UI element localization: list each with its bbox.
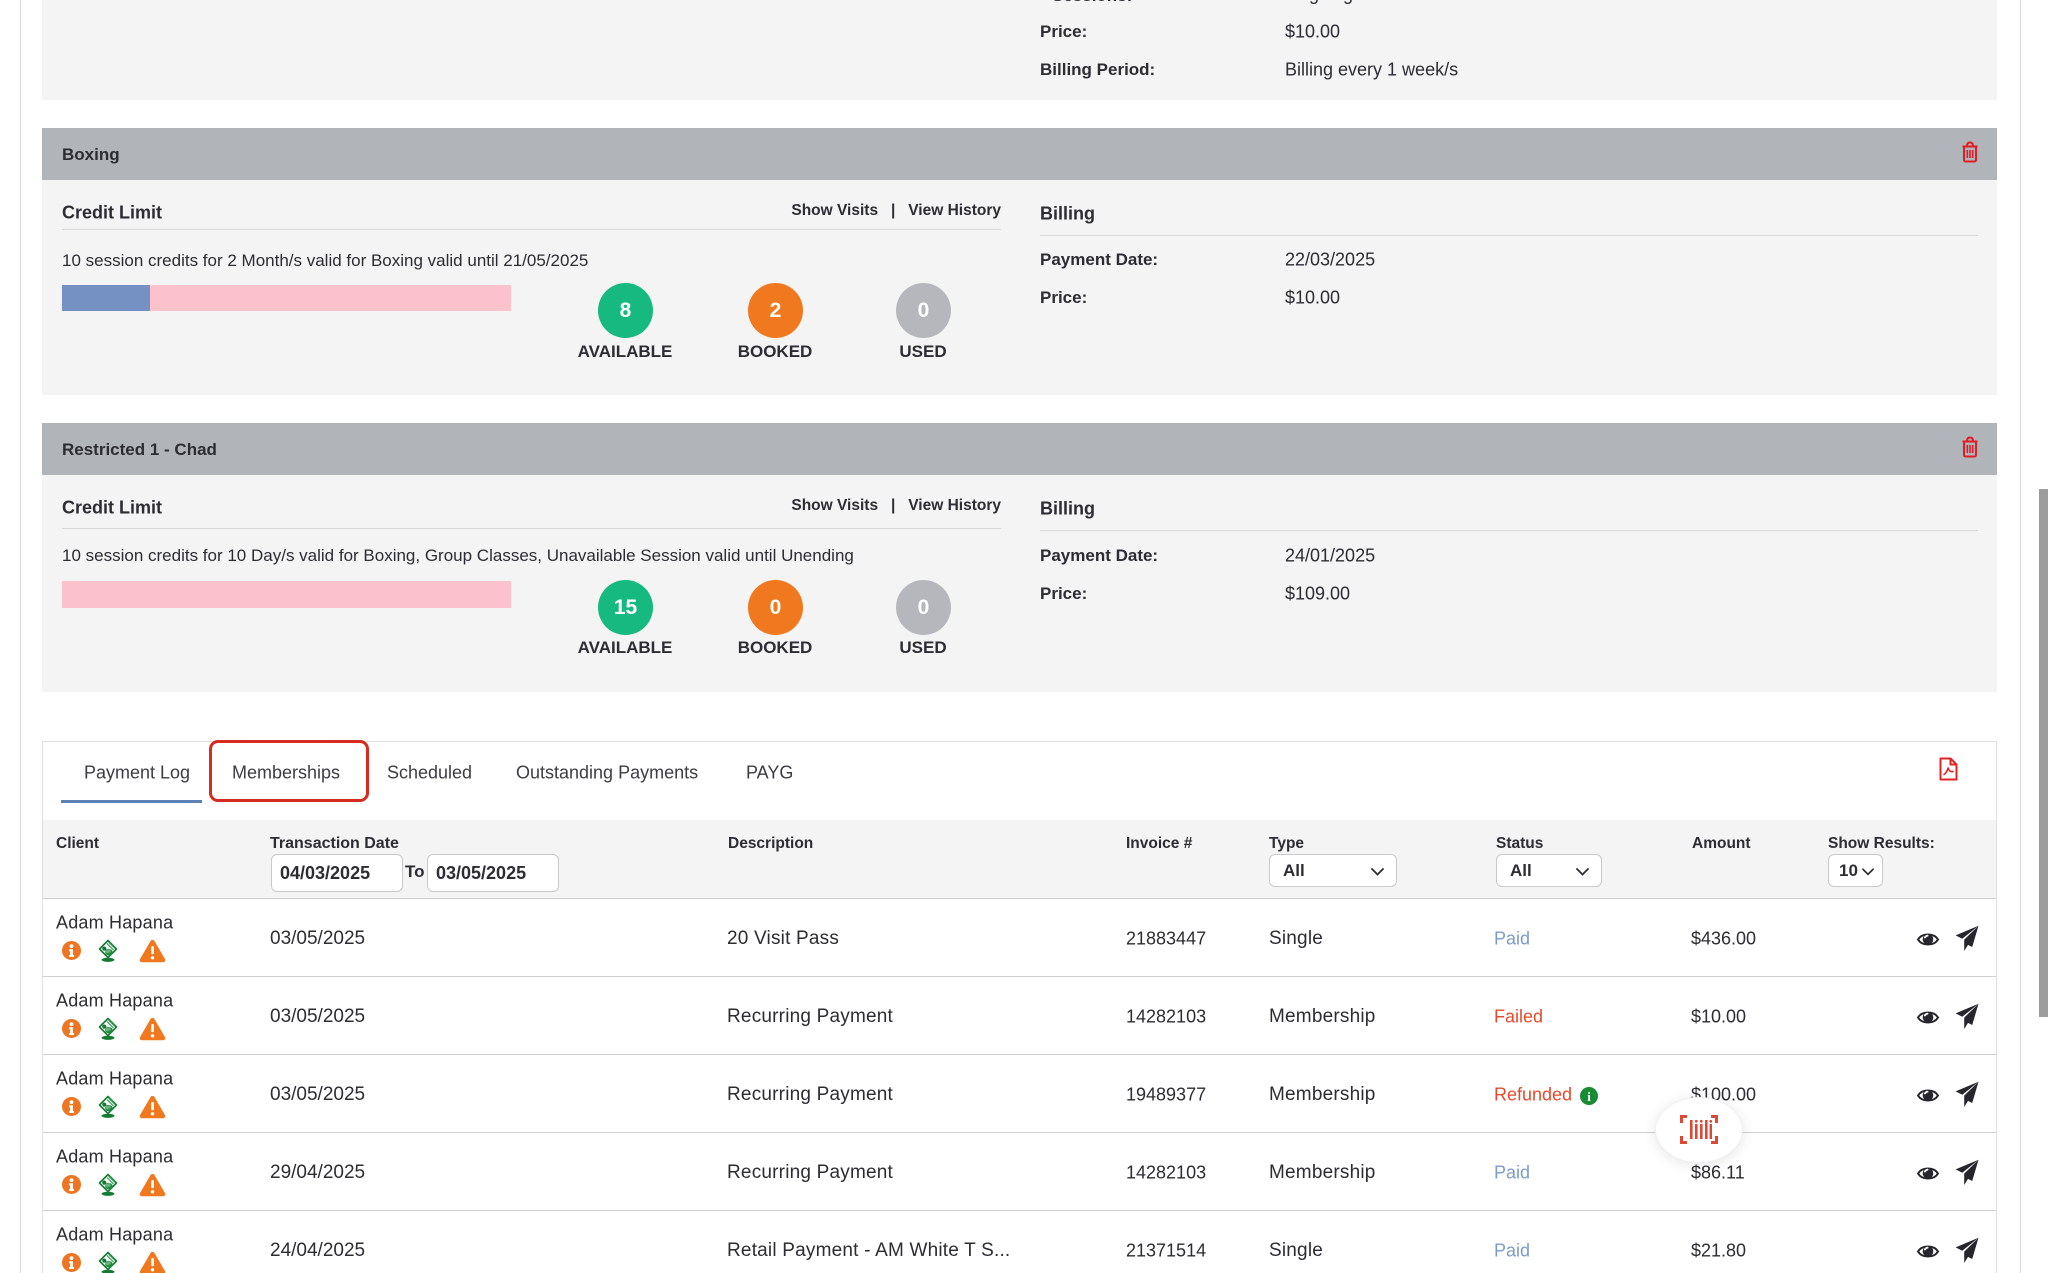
svg-text:i: i xyxy=(1587,1089,1591,1104)
